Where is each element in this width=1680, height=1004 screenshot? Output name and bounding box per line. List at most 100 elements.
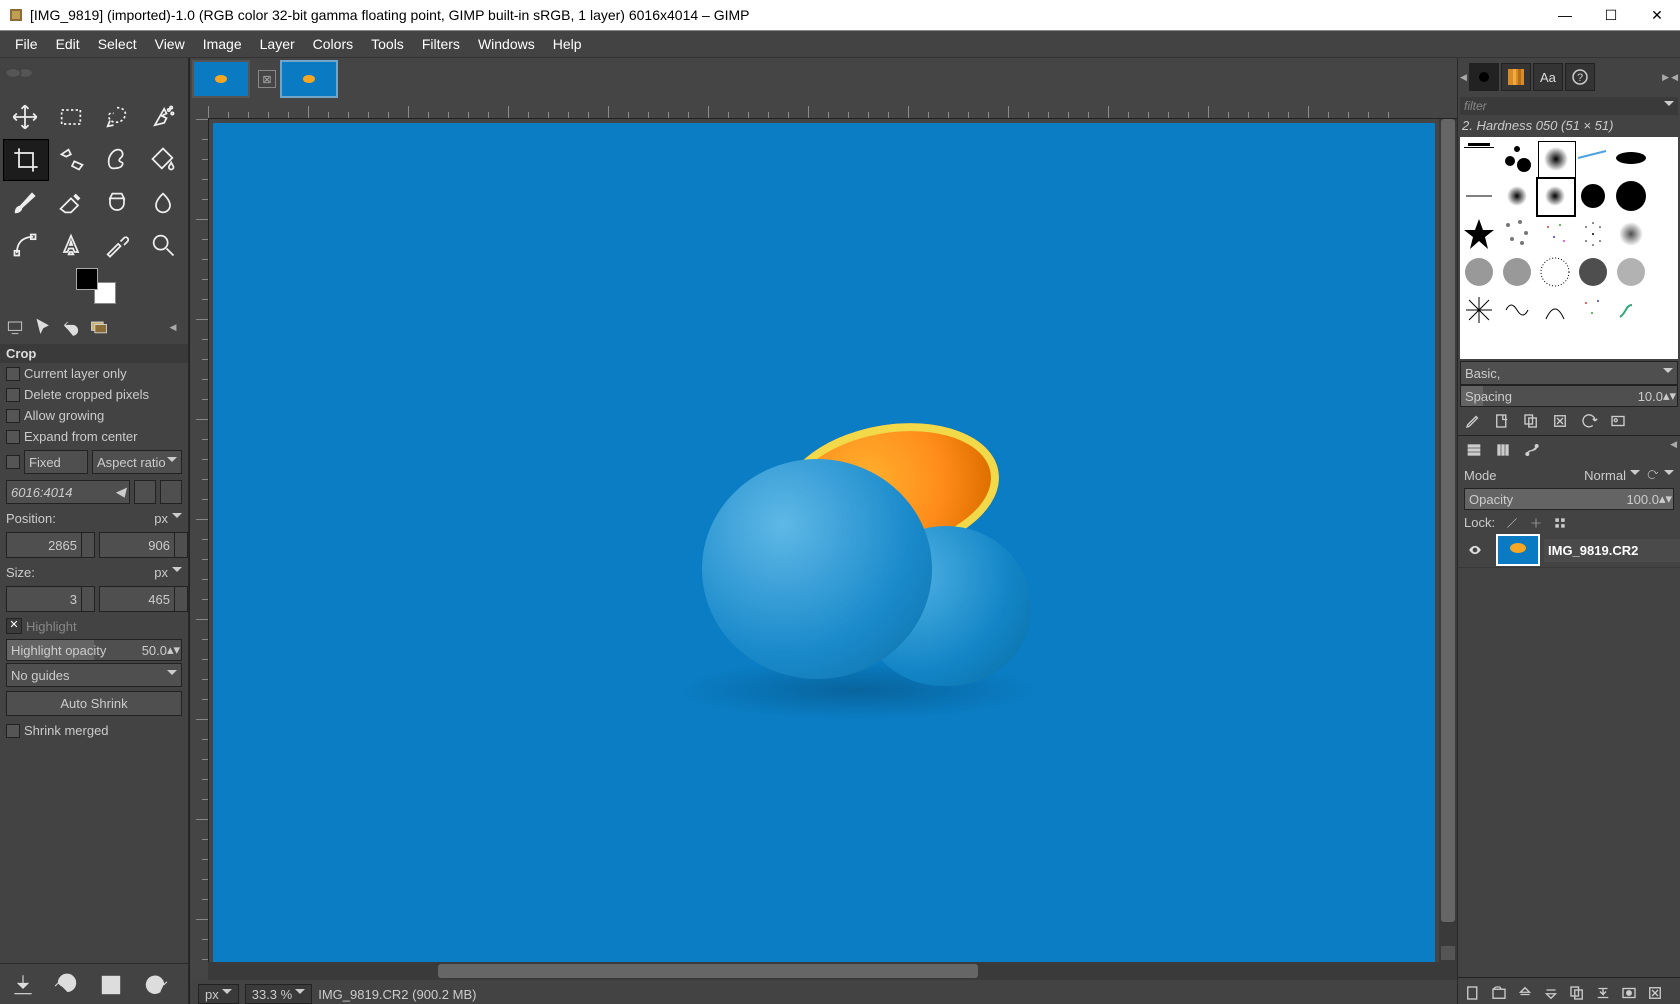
- bucket-fill-tool[interactable]: [142, 139, 186, 179]
- mode-switch[interactable]: [1664, 467, 1674, 483]
- eraser-tool[interactable]: [49, 183, 93, 223]
- brush-grid[interactable]: [1460, 137, 1678, 359]
- layers-tab[interactable]: [1461, 439, 1487, 461]
- images-icon[interactable]: [86, 314, 112, 340]
- mode-select[interactable]: [1630, 467, 1640, 483]
- pointer-icon[interactable]: [30, 314, 56, 340]
- spacing-slider[interactable]: Spacing10.0▴▾: [1460, 385, 1678, 407]
- duplicate-brush-icon[interactable]: [1518, 409, 1544, 433]
- maximize-button[interactable]: ☐: [1588, 0, 1634, 30]
- menu-image[interactable]: Image: [194, 34, 251, 54]
- tab-prev-icon[interactable]: ◀: [1460, 72, 1467, 83]
- paintbrush-tool[interactable]: [3, 183, 47, 223]
- new-brush-icon[interactable]: [1489, 409, 1515, 433]
- menu-select[interactable]: Select: [89, 34, 146, 54]
- menu-edit[interactable]: Edit: [47, 34, 89, 54]
- size-x-input[interactable]: 3: [6, 586, 82, 612]
- unified-transform-tool[interactable]: [51, 139, 95, 179]
- move-tool[interactable]: [3, 97, 47, 137]
- save-options-icon[interactable]: [10, 972, 36, 1001]
- menu-file[interactable]: File: [6, 34, 47, 54]
- pos-y-input[interactable]: 906: [99, 532, 175, 558]
- menu-help[interactable]: Help: [544, 34, 591, 54]
- unit-select[interactable]: px: [198, 984, 239, 1004]
- smudge-tool[interactable]: [141, 183, 185, 223]
- help-tab-icon[interactable]: ?: [1565, 63, 1595, 91]
- scrollbar-vertical[interactable]: [1439, 119, 1457, 962]
- menu-layer[interactable]: Layer: [251, 34, 304, 54]
- paths-tab[interactable]: [1519, 439, 1545, 461]
- crop-tool[interactable]: [3, 139, 49, 181]
- scrollbar-horizontal[interactable]: [208, 962, 1457, 980]
- image-tab-1[interactable]: [192, 60, 250, 98]
- tab-menu-icon[interactable]: ◀: [1671, 72, 1678, 83]
- free-select-tool[interactable]: [95, 97, 139, 137]
- refresh-brushes-icon[interactable]: [1576, 409, 1602, 433]
- merge-down-icon[interactable]: [1594, 984, 1612, 1002]
- pos-x-input[interactable]: 2865: [6, 532, 82, 558]
- color-picker-tool[interactable]: [95, 225, 139, 265]
- close-tab-button[interactable]: ⊠: [258, 70, 276, 88]
- opacity-slider[interactable]: Opacity100.0▴▾: [1464, 488, 1674, 510]
- auto-shrink-button[interactable]: Auto Shrink: [6, 691, 182, 716]
- new-layer-icon[interactable]: [1464, 984, 1482, 1002]
- fuzzy-select-tool[interactable]: [141, 97, 185, 137]
- new-layer-group-icon[interactable]: [1490, 984, 1508, 1002]
- expand-center-checkbox[interactable]: [6, 430, 20, 444]
- patterns-tab[interactable]: [1501, 63, 1531, 91]
- delete-layer-icon[interactable]: [1646, 984, 1664, 1002]
- edit-brush-icon[interactable]: [1460, 409, 1486, 433]
- menu-filters[interactable]: Filters: [413, 34, 469, 54]
- delete-brush-icon[interactable]: [1547, 409, 1573, 433]
- tab-next-icon[interactable]: ▶: [1662, 72, 1669, 83]
- ruler-horizontal[interactable]: [208, 100, 1457, 119]
- menu-windows[interactable]: Windows: [469, 34, 544, 54]
- nav-preview-button[interactable]: [1441, 946, 1455, 960]
- brush-filter-input[interactable]: filter: [1460, 97, 1678, 115]
- layer-thumbnail[interactable]: [1496, 534, 1540, 566]
- ratio-input[interactable]: 6016:4014◀: [6, 480, 130, 504]
- allow-growing-checkbox[interactable]: [6, 409, 20, 423]
- minimize-button[interactable]: —: [1542, 0, 1588, 30]
- fonts-tab[interactable]: Aa: [1533, 63, 1563, 91]
- pos-unit-select[interactable]: [172, 510, 182, 526]
- paths-tool[interactable]: [3, 225, 47, 265]
- ruler-vertical[interactable]: [190, 119, 209, 962]
- current-layer-only-checkbox[interactable]: [6, 367, 20, 381]
- portrait-button[interactable]: [134, 480, 156, 504]
- shrink-merged-checkbox[interactable]: [6, 724, 20, 738]
- configure-tab-icon[interactable]: ◀: [160, 314, 186, 340]
- layer-row[interactable]: IMG_9819.CR2: [1458, 533, 1680, 568]
- menu-colors[interactable]: Colors: [304, 34, 362, 54]
- clone-tool[interactable]: [95, 183, 139, 223]
- undo-history-icon[interactable]: [58, 314, 84, 340]
- size-y-input[interactable]: 465: [99, 586, 175, 612]
- raise-layer-icon[interactable]: [1516, 984, 1534, 1002]
- layers-tab-menu[interactable]: ◀: [1670, 439, 1677, 461]
- guides-select[interactable]: No guides: [6, 663, 182, 687]
- brush-preset-select[interactable]: Basic,: [1460, 361, 1678, 385]
- open-as-image-icon[interactable]: [1605, 409, 1631, 433]
- menu-view[interactable]: View: [146, 34, 194, 54]
- close-button[interactable]: ✕: [1634, 0, 1680, 30]
- delete-options-icon[interactable]: [98, 972, 124, 1001]
- lower-layer-icon[interactable]: [1542, 984, 1560, 1002]
- landscape-button[interactable]: [160, 480, 182, 504]
- rect-select-tool[interactable]: [49, 97, 93, 137]
- mask-icon[interactable]: [1620, 984, 1638, 1002]
- zoom-select[interactable]: 33.3 %: [245, 984, 312, 1004]
- text-tool[interactable]: [49, 225, 93, 265]
- image-tab-2-active[interactable]: [280, 60, 338, 98]
- channels-tab[interactable]: [1490, 439, 1516, 461]
- fixed-checkbox[interactable]: [6, 455, 20, 469]
- fg-bg-colors[interactable]: [76, 268, 116, 304]
- menu-tools[interactable]: Tools: [362, 34, 413, 54]
- lock-position-icon[interactable]: [1529, 516, 1543, 530]
- layer-name[interactable]: IMG_9819.CR2: [1544, 539, 1680, 562]
- image-canvas[interactable]: [213, 123, 1435, 962]
- duplicate-layer-icon[interactable]: [1568, 984, 1586, 1002]
- highlight-toggle[interactable]: ✕: [6, 618, 22, 634]
- aspect-ratio-select[interactable]: Aspect ratio: [92, 450, 182, 474]
- brushes-tab[interactable]: [1469, 63, 1499, 91]
- delete-cropped-checkbox[interactable]: [6, 388, 20, 402]
